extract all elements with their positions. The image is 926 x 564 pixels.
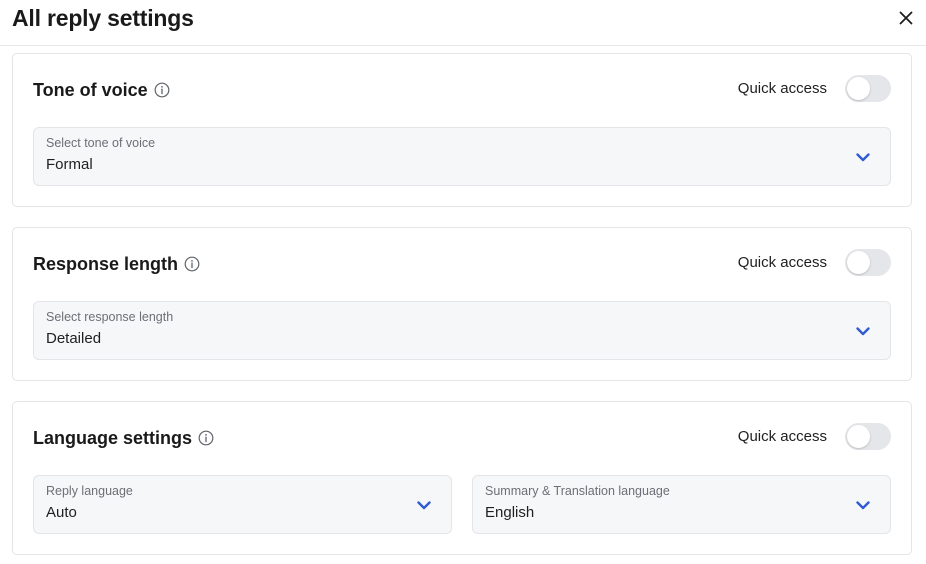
section-title-text: Tone of voice [33,80,148,100]
chevron-down-icon [856,327,870,336]
tone-of-voice-select[interactable]: Select tone of voice Formal [33,127,891,186]
quick-access-label: Quick access [737,80,827,97]
page-title: All reply settings [12,5,194,31]
select-value: Formal [46,156,93,173]
quick-access-toggle[interactable] [845,249,891,276]
chevron-down-icon [856,153,870,162]
toggle-knob [847,77,870,100]
select-value: Detailed [46,330,102,347]
chevron-down-icon [417,501,431,510]
response-length-card: Response length Quick access Select resp… [12,227,912,381]
quick-access-toggle[interactable] [845,423,891,450]
tone-of-voice-card: Tone of voice Quick access Select tone o… [12,53,912,207]
info-icon[interactable] [154,82,170,98]
select-label: Summary & Translation language [485,484,670,498]
language-settings-card: Language settings Quick access Reply lan… [12,401,912,555]
section-title-text: Language settings [33,428,193,448]
quick-access-label: Quick access [737,428,827,445]
info-icon[interactable] [198,430,214,446]
toggle-knob [847,251,870,274]
reply-language-select[interactable]: Reply language Auto [33,475,452,534]
select-value: English [485,504,535,521]
section-title: Response length [33,253,200,275]
select-label: Select tone of voice [46,136,156,150]
response-length-select[interactable]: Select response length Detailed [33,301,891,360]
section-title-text: Response length [33,254,179,274]
info-icon[interactable] [184,256,200,272]
dialog-header: All reply settings [0,0,926,46]
section-title: Language settings [33,427,214,449]
select-label: Reply language [46,484,133,498]
quick-access-label: Quick access [737,254,827,271]
section-title: Tone of voice [33,79,170,101]
close-button[interactable] [892,5,920,31]
toggle-knob [847,425,870,448]
close-icon [899,11,913,25]
select-label: Select response length [46,310,174,324]
chevron-down-icon [856,501,870,510]
select-value: Auto [46,504,77,521]
quick-access-toggle[interactable] [845,75,891,102]
summary-translation-language-select[interactable]: Summary & Translation language English [472,475,891,534]
